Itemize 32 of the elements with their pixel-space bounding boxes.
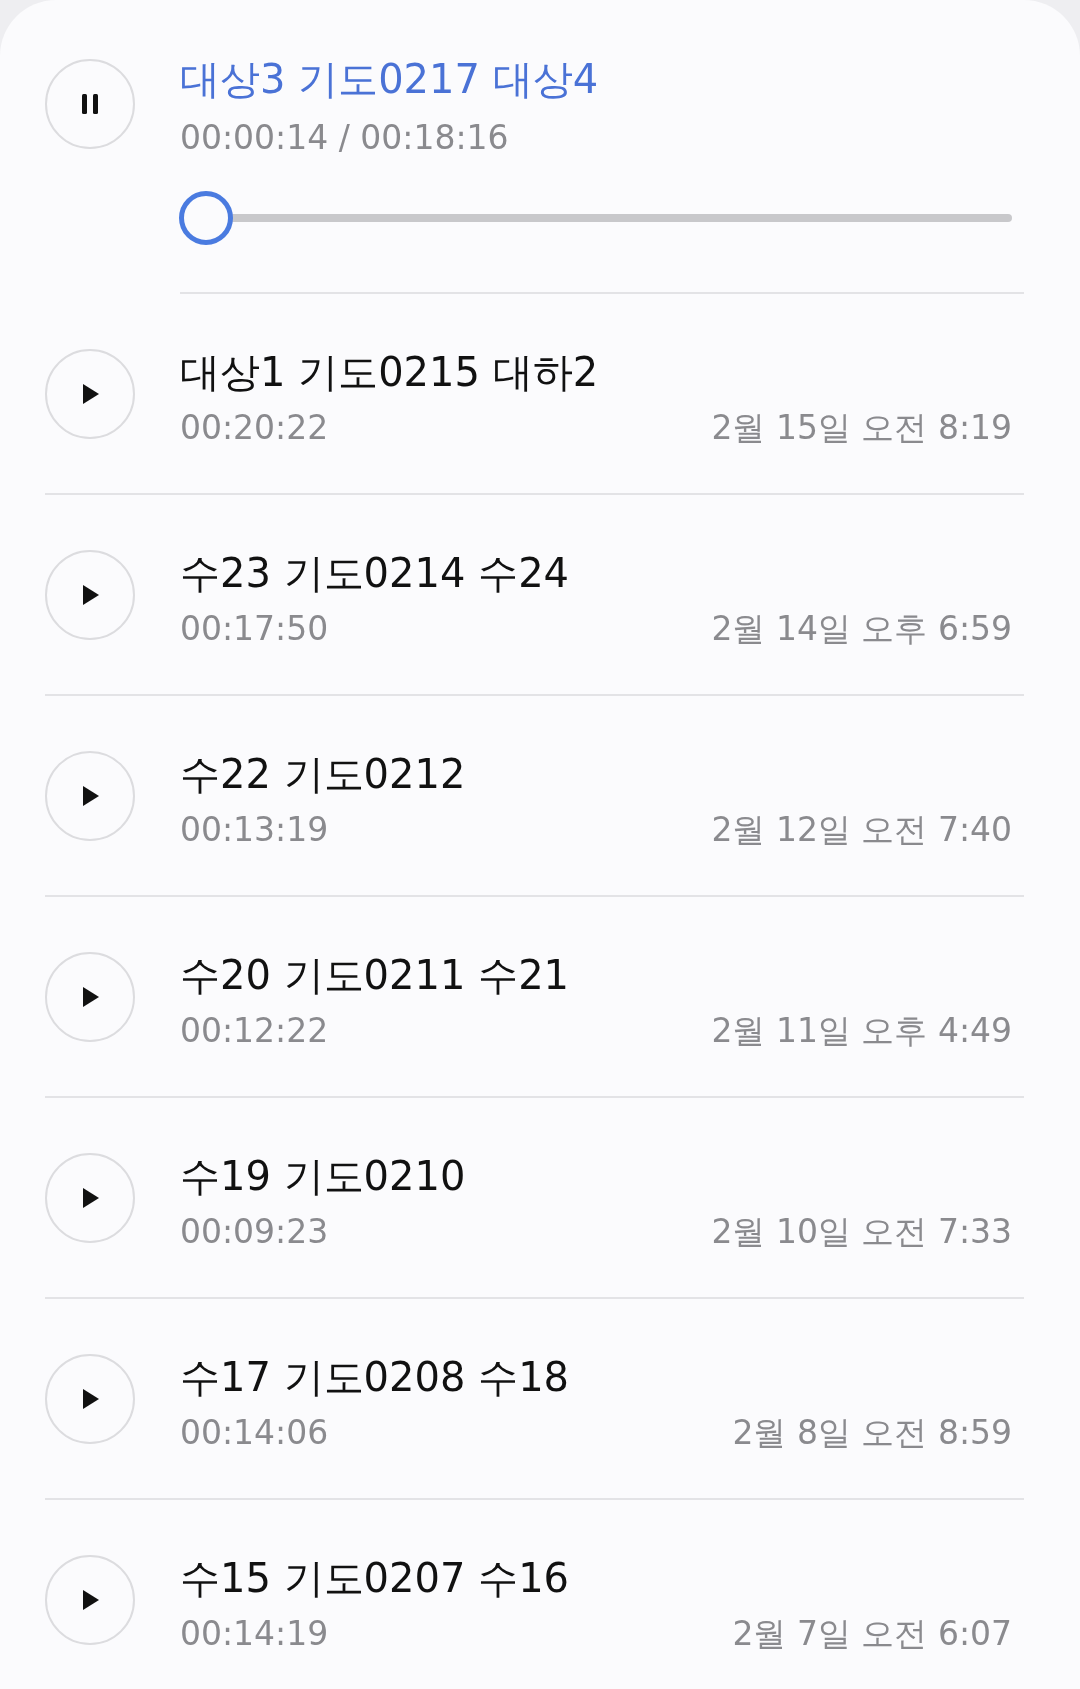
play-icon: [80, 783, 100, 808]
play-icon: [80, 1386, 100, 1411]
recording-title[interactable]: 수17 기도0208 수18: [180, 1352, 1024, 1401]
seek-thumb[interactable]: [178, 191, 233, 245]
recording-duration: 00:17:50: [180, 608, 329, 649]
play-icon: [80, 381, 100, 406]
recording-date: 2월 15일 오전 8:19: [711, 407, 1012, 448]
recording-duration: 00:12:22: [180, 1010, 329, 1051]
recording-date: 2월 12일 오전 7:40: [711, 809, 1012, 850]
recording-title[interactable]: 수23 기도0214 수24: [180, 548, 1024, 597]
playback-time: 00:00:14 / 00:18:16: [180, 118, 510, 158]
recording-date: 2월 10일 오전 7:33: [711, 1211, 1012, 1252]
recording-title[interactable]: 수22 기도0212: [180, 749, 1024, 798]
recording-date: 2월 11일 오후 4:49: [711, 1010, 1012, 1051]
recording-duration: 00:09:23: [180, 1211, 329, 1252]
recording-date: 2월 14일 오후 6:59: [711, 608, 1012, 649]
recording-duration: 00:14:06: [180, 1412, 329, 1453]
recording-duration: 00:20:22: [180, 407, 329, 448]
track-title: 대상3 기도0217 대상4: [180, 55, 600, 103]
play-icon: [80, 1185, 100, 1210]
play-icon: [80, 1587, 100, 1612]
pause-icon: [80, 92, 100, 116]
play-icon: [80, 582, 100, 607]
recording-duration: 00:13:19: [180, 809, 329, 850]
recording-title[interactable]: 수15 기도0207 수16: [180, 1553, 1024, 1602]
recording-date: 2월 7일 오전 6:07: [732, 1613, 1012, 1654]
recording-duration: 00:14:19: [180, 1613, 329, 1654]
recording-title[interactable]: 대상1 기도0215 대하2: [180, 347, 1024, 396]
recording-date: 2월 8일 오전 8:59: [732, 1412, 1012, 1453]
play-icon: [80, 984, 100, 1009]
recording-title[interactable]: 수20 기도0211 수21: [180, 950, 1024, 999]
recording-title[interactable]: 수19 기도0210: [180, 1151, 1024, 1200]
